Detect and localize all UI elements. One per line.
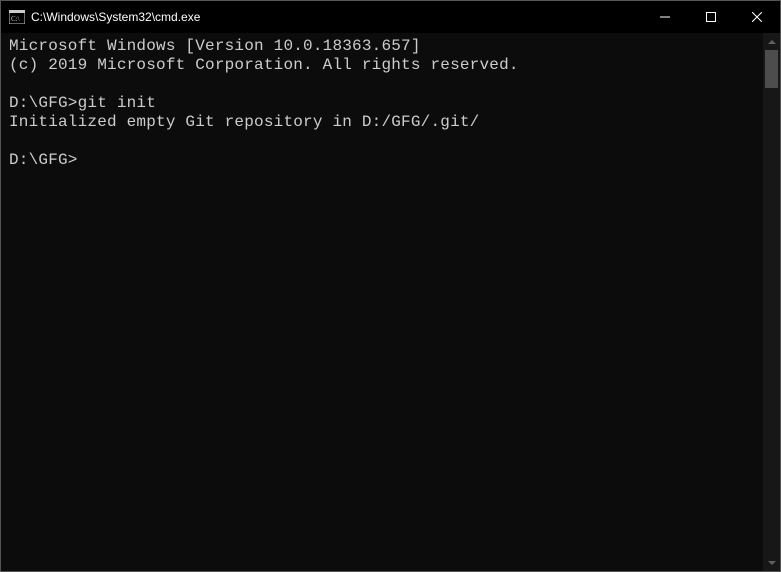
titlebar[interactable]: C:\ C:\Windows\System32\cmd.exe: [1, 1, 780, 33]
scrollbar-up-button[interactable]: [763, 33, 780, 50]
svg-text:C:\: C:\: [11, 15, 20, 23]
cmd-icon: C:\: [9, 10, 25, 24]
scrollbar-thumb[interactable]: [765, 50, 778, 88]
close-button[interactable]: [734, 1, 780, 33]
window-title: C:\Windows\System32\cmd.exe: [31, 10, 200, 24]
cmd-window: C:\ C:\Windows\System32\cmd.exe Microsof…: [0, 0, 781, 572]
scrollbar-vertical[interactable]: [763, 33, 780, 571]
maximize-button[interactable]: [688, 1, 734, 33]
scrollbar-down-button[interactable]: [763, 554, 780, 571]
minimize-button[interactable]: [642, 1, 688, 33]
terminal-output[interactable]: Microsoft Windows [Version 10.0.18363.65…: [1, 33, 763, 571]
terminal-area: Microsoft Windows [Version 10.0.18363.65…: [1, 33, 780, 571]
